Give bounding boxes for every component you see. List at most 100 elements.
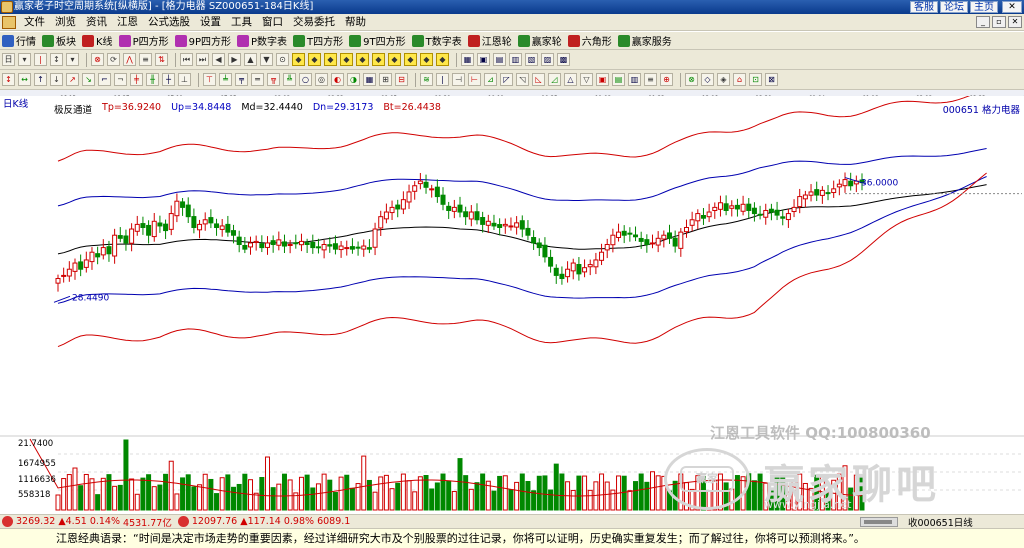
diamond6-icon[interactable]: ◆ bbox=[372, 53, 385, 66]
diamond5-icon[interactable]: ◆ bbox=[356, 53, 369, 66]
menu-trade[interactable]: 交易委托 bbox=[288, 14, 340, 30]
draw-tool-icon[interactable]: ╪ bbox=[130, 73, 143, 86]
draw-tool-icon[interactable]: ◹ bbox=[516, 73, 529, 86]
draw-tool-icon[interactable]: ↓ bbox=[50, 73, 63, 86]
arrows-icon[interactable]: ⇅ bbox=[155, 53, 168, 66]
toolbar-button-3[interactable]: P四方形 bbox=[118, 33, 169, 48]
refresh-icon[interactable]: ⟳ bbox=[107, 53, 120, 66]
scroll-indicator[interactable] bbox=[860, 517, 898, 527]
draw-tool-icon[interactable]: ⌂ bbox=[733, 73, 746, 86]
draw-tool-icon[interactable]: ▽ bbox=[580, 73, 593, 86]
draw-tool-icon[interactable]: ⊥ bbox=[178, 73, 191, 86]
toolbar-button-1[interactable]: 板块 bbox=[42, 33, 76, 48]
draw-tool-icon[interactable]: △ bbox=[564, 73, 577, 86]
price-icon[interactable]: | bbox=[34, 53, 47, 66]
draw-tool-icon[interactable]: ╩ bbox=[283, 73, 296, 86]
draw-tool-icon[interactable]: ╫ bbox=[146, 73, 159, 86]
draw-tool-icon[interactable]: ⊟ bbox=[395, 73, 408, 86]
draw-tool-icon[interactable]: ╤ bbox=[235, 73, 248, 86]
table-icon[interactable]: ▦ bbox=[461, 53, 474, 66]
window3-icon[interactable]: ▥ bbox=[509, 53, 522, 66]
diamond7-icon[interactable]: ◆ bbox=[388, 53, 401, 66]
draw-tool-icon[interactable]: ◸ bbox=[500, 73, 513, 86]
menu-browse[interactable]: 浏览 bbox=[50, 14, 81, 30]
toolbar-button-12[interactable]: 赢家服务 bbox=[617, 33, 672, 48]
diamond10-icon[interactable]: ◆ bbox=[436, 53, 449, 66]
draw-tool-icon[interactable]: ⊡ bbox=[749, 73, 762, 86]
draw-tool-icon[interactable]: ╦ bbox=[267, 73, 280, 86]
chart-area[interactable]: 36.0000 28.4490 日K线 极反通道 Tp=36.9240 Up=34… bbox=[0, 96, 1024, 514]
window1-icon[interactable]: ▣ bbox=[477, 53, 490, 66]
period-select-icon[interactable]: 日 bbox=[2, 53, 15, 66]
menu-info[interactable]: 资讯 bbox=[81, 14, 112, 30]
menu-gann[interactable]: 江恩 bbox=[112, 14, 143, 30]
draw-tool-icon[interactable]: ▥ bbox=[628, 73, 641, 86]
draw-tool-icon[interactable]: ⊞ bbox=[379, 73, 392, 86]
draw-tool-icon[interactable]: ┼ bbox=[162, 73, 175, 86]
draw-tool-icon[interactable]: ◈ bbox=[717, 73, 730, 86]
toolbar-button-2[interactable]: K线 bbox=[82, 33, 113, 48]
link-support[interactable]: 客服 bbox=[910, 1, 938, 13]
draw-tool-icon[interactable]: ▣ bbox=[596, 73, 609, 86]
window4-icon[interactable]: ▧ bbox=[525, 53, 538, 66]
draw-tool-icon[interactable]: ↘ bbox=[82, 73, 95, 86]
close-icon[interactable]: ✕ bbox=[1002, 1, 1022, 13]
up-icon[interactable]: ▲ bbox=[244, 53, 257, 66]
draw-tool-icon[interactable]: ◇ bbox=[701, 73, 714, 86]
mark-icon[interactable]: ⊙ bbox=[276, 53, 289, 66]
gann-icon[interactable]: ⊗ bbox=[91, 53, 104, 66]
link-forum[interactable]: 论坛 bbox=[940, 1, 968, 13]
draw-tool-icon[interactable]: ↕ bbox=[2, 73, 15, 86]
diamond1-icon[interactable]: ◆ bbox=[292, 53, 305, 66]
draw-tool-icon[interactable]: ⊗ bbox=[685, 73, 698, 86]
diamond4-icon[interactable]: ◆ bbox=[340, 53, 353, 66]
chevron-down-icon[interactable]: ▾ bbox=[66, 53, 79, 66]
draw-tool-icon[interactable]: ◎ bbox=[315, 73, 328, 86]
bar-icon[interactable]: ↕ bbox=[50, 53, 63, 66]
draw-tool-icon[interactable]: ◿ bbox=[548, 73, 561, 86]
draw-tool-icon[interactable]: ↑ bbox=[34, 73, 47, 86]
toolbar-button-4[interactable]: 9P四方形 bbox=[174, 33, 231, 48]
menu-window[interactable]: 窗口 bbox=[257, 14, 288, 30]
draw-tool-icon[interactable]: ○ bbox=[299, 73, 312, 86]
draw-tool-icon[interactable]: ═ bbox=[251, 73, 264, 86]
down-icon[interactable]: ▼ bbox=[260, 53, 273, 66]
draw-tool-icon[interactable]: ▦ bbox=[363, 73, 376, 86]
draw-tool-icon[interactable]: ◺ bbox=[532, 73, 545, 86]
toolbar-button-5[interactable]: P数字表 bbox=[237, 33, 287, 48]
toolbar-button-8[interactable]: T数字表 bbox=[411, 33, 462, 48]
menu-help[interactable]: 帮助 bbox=[340, 14, 371, 30]
toolbar-button-11[interactable]: 六角形 bbox=[567, 33, 612, 48]
diamond3-icon[interactable]: ◆ bbox=[324, 53, 337, 66]
toolbar-button-9[interactable]: 江恩轮 bbox=[467, 33, 512, 48]
draw-tool-icon[interactable]: ↔ bbox=[18, 73, 31, 86]
toolbar-button-7[interactable]: 9T四方形 bbox=[349, 33, 406, 48]
menu-file[interactable]: 文件 bbox=[19, 14, 50, 30]
toolbar-button-6[interactable]: T四方形 bbox=[293, 33, 343, 48]
draw-tool-icon[interactable]: ⊣ bbox=[452, 73, 465, 86]
draw-tool-icon[interactable]: ¬ bbox=[114, 73, 127, 86]
draw-tool-icon[interactable]: ⊤ bbox=[203, 73, 216, 86]
window5-icon[interactable]: ▨ bbox=[541, 53, 554, 66]
menu-formula[interactable]: 公式选股 bbox=[143, 14, 195, 30]
window6-icon[interactable]: ▩ bbox=[557, 53, 570, 66]
draw-tool-icon[interactable]: ⌐ bbox=[98, 73, 111, 86]
draw-tool-icon[interactable]: ↗ bbox=[66, 73, 79, 86]
close-icon[interactable]: ✕ bbox=[1008, 16, 1022, 28]
toolbar-button-10[interactable]: 赢家轮 bbox=[517, 33, 562, 48]
left-icon[interactable]: ◀ bbox=[212, 53, 225, 66]
diamond8-icon[interactable]: ◆ bbox=[404, 53, 417, 66]
draw-tool-icon[interactable]: ≡ bbox=[644, 73, 657, 86]
draw-tool-icon[interactable]: ⊕ bbox=[660, 73, 673, 86]
draw-tool-icon[interactable]: ◑ bbox=[347, 73, 360, 86]
draw-tool-icon[interactable]: ⊿ bbox=[484, 73, 497, 86]
draw-tool-icon[interactable]: ⊢ bbox=[468, 73, 481, 86]
draw-tool-icon[interactable]: ▤ bbox=[612, 73, 625, 86]
draw-tool-icon[interactable]: ⊠ bbox=[765, 73, 778, 86]
right-icon[interactable]: ▶ bbox=[228, 53, 241, 66]
diamond9-icon[interactable]: ◆ bbox=[420, 53, 433, 66]
toolbar-button-0[interactable]: 行情 bbox=[2, 33, 36, 48]
draw-tool-icon[interactable]: ≋ bbox=[420, 73, 433, 86]
link-home[interactable]: 主页 bbox=[970, 1, 998, 13]
window2-icon[interactable]: ▤ bbox=[493, 53, 506, 66]
